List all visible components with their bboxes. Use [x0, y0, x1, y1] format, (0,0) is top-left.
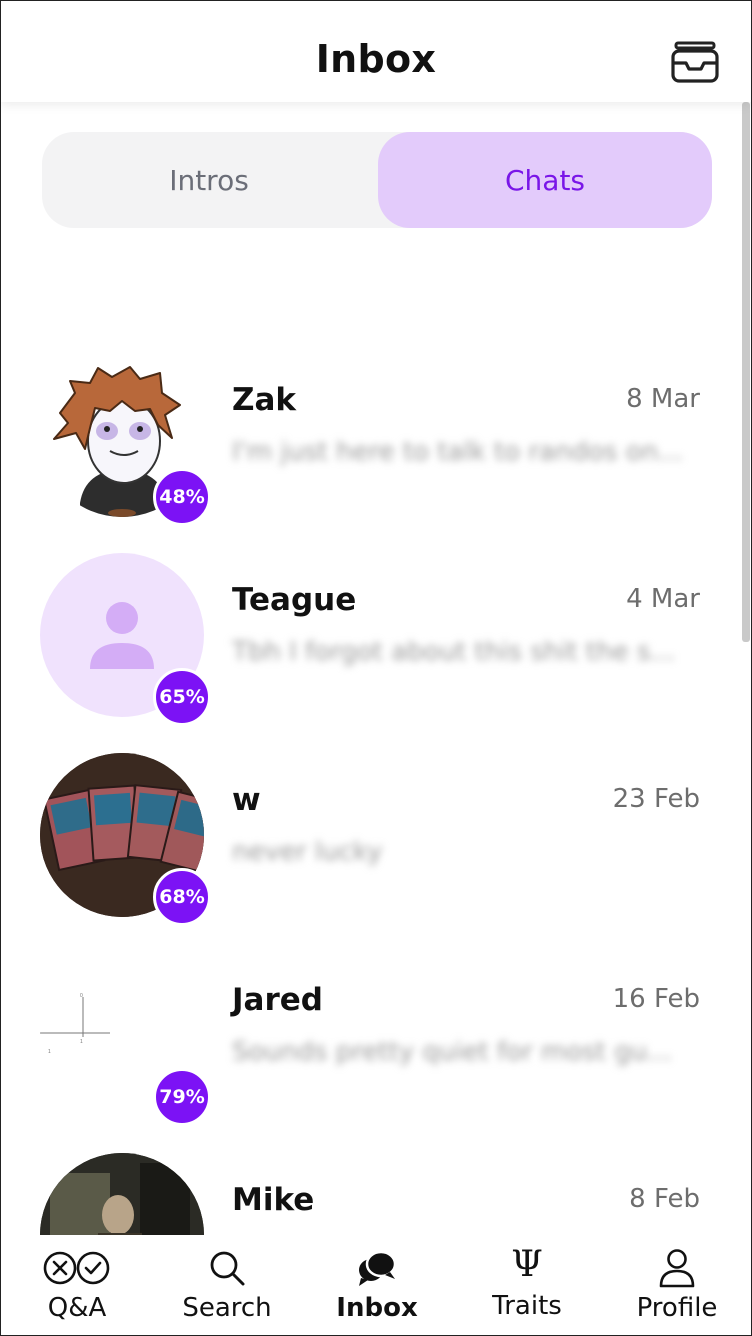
match-badge: 65%	[153, 668, 211, 726]
nav-search[interactable]: Search	[152, 1235, 302, 1335]
contact-name: Mike	[232, 1182, 315, 1218]
tab-chats[interactable]: Chats	[378, 132, 712, 228]
nav-label: Search	[182, 1293, 272, 1323]
message-date: 8 Mar	[626, 384, 700, 414]
chat-row-teague[interactable]: 65% Teague 4 Mar Tbh I forgot about this…	[1, 553, 751, 753]
person-icon	[659, 1249, 695, 1288]
page-title: Inbox	[315, 37, 437, 81]
psi-icon: Ψ	[511, 1244, 543, 1284]
bottom-nav: Q&A Search Inbox Ψ Traits Profile	[1, 1235, 751, 1335]
app-screen: Inbox Intros Chats 48% Zak 8 Mar I'm jus…	[0, 0, 752, 1336]
scrollbar[interactable]	[742, 102, 750, 642]
match-badge: 48%	[153, 468, 211, 526]
svg-text:1: 1	[48, 1049, 51, 1055]
message-preview: I'm just here to talk to randos on...	[232, 437, 683, 467]
chat-bubbles-icon	[359, 1250, 397, 1286]
nav-label: Q&A	[47, 1293, 107, 1323]
contact-name: Teague	[232, 582, 357, 618]
message-preview: Tbh I forgot about this shit the s...	[232, 637, 676, 667]
nav-inbox[interactable]: Inbox	[302, 1235, 452, 1335]
contact-name: Zak	[232, 382, 297, 418]
nav-label: Profile	[636, 1293, 718, 1323]
match-badge: 79%	[153, 1068, 211, 1126]
nav-qa[interactable]: Q&A	[2, 1235, 152, 1335]
chat-row-jared[interactable]: 0 1 1 79% Jared 16 Feb Sounds pretty qui…	[1, 953, 751, 1153]
message-date: 8 Feb	[629, 1184, 700, 1214]
nav-profile[interactable]: Profile	[602, 1235, 751, 1335]
message-date: 4 Mar	[626, 584, 700, 614]
top-bar: Inbox	[1, 1, 751, 102]
svg-text:Ψ: Ψ	[511, 1244, 543, 1284]
message-preview: never lucky	[232, 837, 383, 867]
message-date: 23 Feb	[612, 784, 700, 814]
message-preview: Sounds pretty quiet for most gu...	[232, 1037, 673, 1067]
chat-row-w[interactable]: 68% w 23 Feb never lucky	[1, 753, 751, 953]
contact-name: Jared	[232, 982, 323, 1018]
tab-intros[interactable]: Intros	[42, 132, 376, 228]
nav-label: Traits	[492, 1291, 562, 1321]
search-icon	[210, 1251, 245, 1286]
qa-icon	[43, 1251, 110, 1285]
nav-traits[interactable]: Ψ Traits	[452, 1235, 602, 1335]
svg-text:0: 0	[80, 993, 83, 999]
contact-name: w	[232, 782, 261, 818]
archive-tray-icon	[671, 41, 719, 83]
message-date: 16 Feb	[612, 984, 700, 1014]
svg-text:1: 1	[80, 1039, 83, 1045]
match-badge: 68%	[153, 868, 211, 926]
inbox-tabs: Intros Chats	[42, 132, 712, 228]
nav-label: Inbox	[336, 1293, 418, 1323]
archive-button[interactable]	[671, 41, 719, 83]
chat-row-zak[interactable]: 48% Zak 8 Mar I'm just here to talk to r…	[1, 353, 751, 553]
